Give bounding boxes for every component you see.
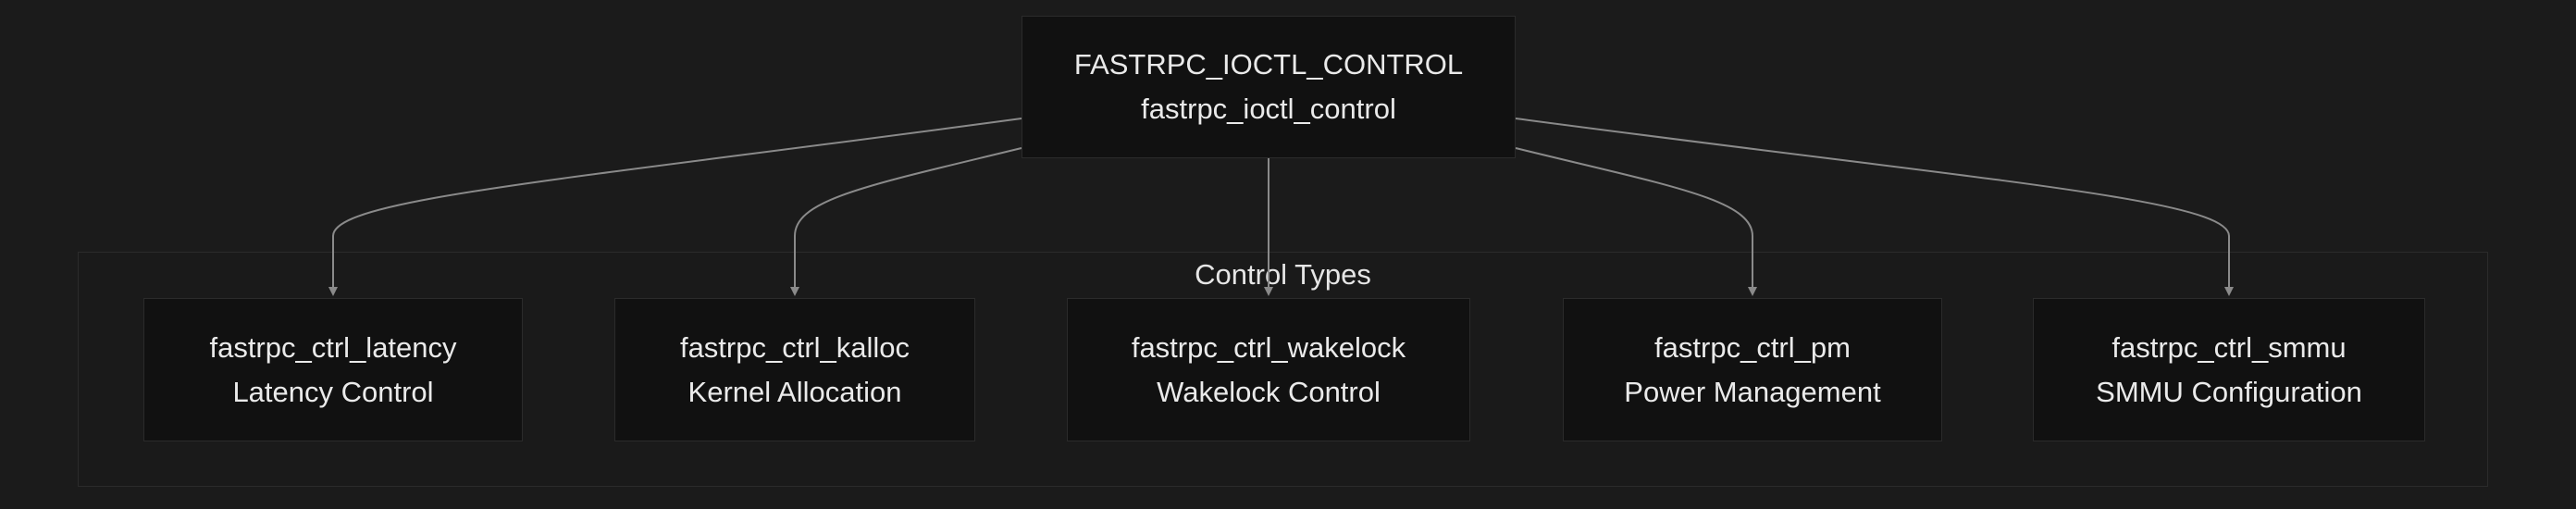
node-ctrl-smmu-function: fastrpc_ctrl_smmu — [2112, 330, 2347, 364]
node-ctrl-pm-function: fastrpc_ctrl_pm — [1654, 330, 1851, 364]
root-node-title: FASTRPC_IOCTL_CONTROL — [1073, 48, 1464, 81]
node-ctrl-pm: fastrpc_ctrl_pm Power Management — [1563, 298, 1942, 441]
edge-root-to-pm — [1515, 147, 1757, 296]
node-ctrl-latency: fastrpc_ctrl_latency Latency Control — [143, 298, 523, 441]
edge-root-to-latency — [328, 118, 1022, 296]
node-ctrl-latency-description: Latency Control — [232, 375, 434, 408]
node-ctrl-pm-description: Power Management — [1624, 375, 1881, 408]
edge-root-to-smmu — [1515, 118, 2234, 296]
node-ctrl-wakelock-description: Wakelock Control — [1157, 375, 1381, 408]
root-node-function: fastrpc_ioctl_control — [1141, 93, 1396, 125]
edge-root-to-kalloc — [790, 147, 1022, 296]
node-ctrl-kalloc-description: Kernel Allocation — [687, 375, 902, 408]
root-node-fastrpc-ioctl-control: FASTRPC_IOCTL_CONTROL fastrpc_ioctl_cont… — [1022, 16, 1516, 158]
node-ctrl-kalloc: fastrpc_ctrl_kalloc Kernel Allocation — [614, 298, 975, 441]
node-ctrl-smmu: fastrpc_ctrl_smmu SMMU Configuration — [2033, 298, 2425, 441]
node-ctrl-kalloc-function: fastrpc_ctrl_kalloc — [679, 330, 910, 364]
node-ctrl-wakelock-function: fastrpc_ctrl_wakelock — [1131, 330, 1406, 364]
node-ctrl-wakelock: fastrpc_ctrl_wakelock Wakelock Control — [1067, 298, 1470, 441]
node-ctrl-latency-function: fastrpc_ctrl_latency — [209, 330, 457, 364]
node-ctrl-smmu-description: SMMU Configuration — [2096, 375, 2362, 408]
